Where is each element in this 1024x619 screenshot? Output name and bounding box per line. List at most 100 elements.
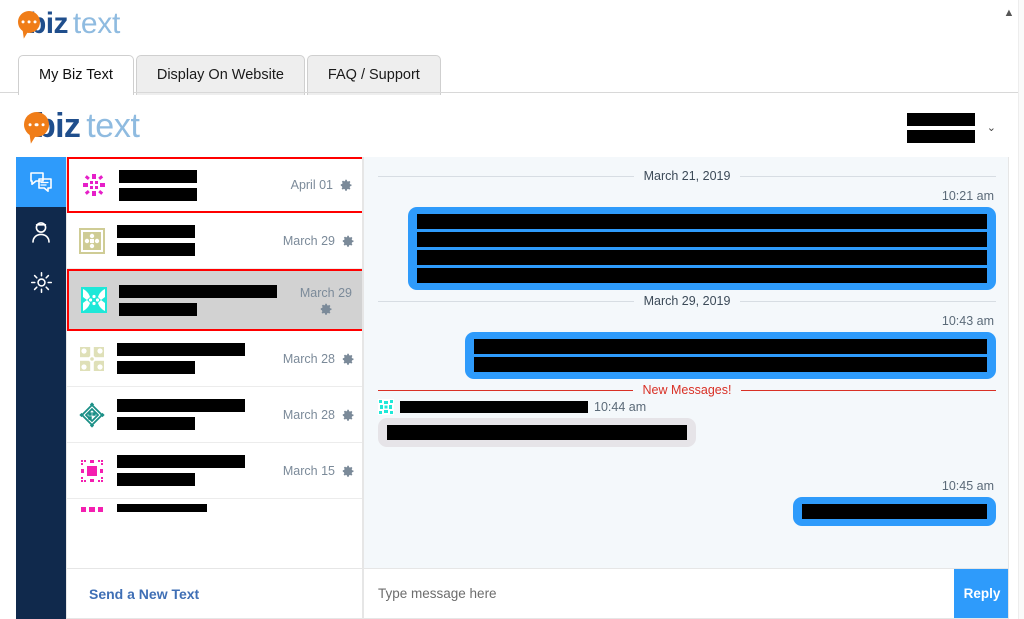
conversation-row[interactable]: March 29 bbox=[67, 213, 362, 269]
row-gear-icon[interactable] bbox=[340, 179, 352, 191]
conversation-row[interactable]: March 28 bbox=[67, 387, 362, 443]
person-icon bbox=[32, 222, 50, 243]
date-divider: March 21, 2019 bbox=[378, 169, 996, 183]
gear-icon bbox=[30, 271, 52, 293]
message-panel: March 21, 2019 10:21 am March 29, 2019 1… bbox=[363, 157, 1009, 619]
tab-display-on-website[interactable]: Display On Website bbox=[135, 55, 305, 95]
biz-text-logo: biz text bbox=[18, 7, 120, 41]
brand-logo-top: biz text bbox=[18, 7, 120, 41]
conversation-date: April 01 bbox=[290, 178, 333, 192]
row-gear-icon[interactable] bbox=[342, 409, 354, 421]
conversation-meta: March 29 bbox=[283, 234, 354, 248]
message-timestamp: 10:45 am bbox=[941, 479, 994, 493]
conversation-text-redacted bbox=[117, 455, 283, 486]
speech-bubble-icon bbox=[24, 112, 49, 137]
conversation-row[interactable]: March 28 bbox=[67, 331, 362, 387]
app-header: biz text ⌄ bbox=[0, 95, 1018, 157]
conversation-meta: March 28 bbox=[283, 352, 354, 366]
message-timestamp: 10:43 am bbox=[941, 314, 994, 328]
message-thread[interactable]: March 21, 2019 10:21 am March 29, 2019 1… bbox=[364, 157, 1008, 569]
conversation-row-selected[interactable]: March 29 bbox=[67, 269, 362, 331]
avatar-identicon-small bbox=[378, 399, 394, 415]
message-input[interactable] bbox=[364, 569, 954, 618]
reply-button[interactable]: Reply bbox=[954, 569, 1008, 618]
page-scrollbar[interactable] bbox=[1018, 0, 1024, 619]
conversation-text-redacted bbox=[117, 504, 354, 512]
conversation-date: March 28 bbox=[282, 407, 335, 422]
tab-underline bbox=[0, 92, 1018, 93]
message-row-outgoing bbox=[378, 497, 996, 526]
message-bubble-outgoing[interactable] bbox=[465, 332, 996, 379]
identicon-magenta-square bbox=[79, 457, 105, 484]
inbound-message-header: 10:44 am bbox=[378, 399, 996, 415]
date-divider-label: March 21, 2019 bbox=[643, 169, 731, 183]
tab-my-biz-text[interactable]: My Biz Text bbox=[18, 55, 134, 96]
row-gear-icon[interactable] bbox=[342, 465, 354, 477]
avatar-identicon bbox=[79, 227, 105, 254]
conversation-panel: April 01 March 29 March 29 March 28 Marc… bbox=[66, 157, 363, 619]
left-nav-rail bbox=[16, 157, 66, 619]
rail-item-messages[interactable] bbox=[16, 157, 66, 207]
identicon-pale-olive bbox=[79, 345, 105, 372]
biz-text-logo-large: biz text bbox=[24, 107, 140, 146]
row-gear-icon[interactable] bbox=[342, 235, 354, 247]
avatar-identicon bbox=[81, 287, 107, 313]
speech-bubble-icon bbox=[18, 11, 40, 33]
conversation-date: March 28 bbox=[282, 351, 335, 366]
message-bubble-incoming[interactable] bbox=[378, 418, 696, 447]
message-composer: Reply bbox=[364, 568, 1008, 618]
conversation-meta: April 01 bbox=[291, 178, 352, 192]
account-name-redacted bbox=[906, 113, 975, 143]
avatar-identicon bbox=[81, 172, 107, 198]
conversation-text-redacted bbox=[119, 169, 291, 201]
chevron-down-icon[interactable]: ⌄ bbox=[987, 122, 996, 134]
conversation-meta: March 28 bbox=[283, 408, 354, 422]
row-gear-icon[interactable] bbox=[320, 303, 332, 315]
logo-word-text: text bbox=[72, 7, 121, 40]
message-bubble-outgoing[interactable] bbox=[408, 207, 996, 290]
send-new-text-link[interactable]: Send a New Text bbox=[89, 586, 199, 602]
identicon-pink-partial bbox=[79, 499, 105, 517]
conversation-text-redacted bbox=[117, 399, 283, 430]
conversation-text-redacted bbox=[119, 284, 300, 316]
message-timestamp: 10:44 am bbox=[594, 400, 647, 414]
conversation-row-partial[interactable] bbox=[67, 499, 362, 517]
conversation-text-redacted bbox=[117, 343, 283, 374]
conversation-list[interactable]: April 01 March 29 March 29 March 28 Marc… bbox=[67, 157, 362, 569]
message-row-outgoing bbox=[378, 332, 996, 379]
tab-faq-support[interactable]: FAQ / Support bbox=[306, 55, 441, 95]
main-tabs: My Biz Text Display On Website FAQ / Sup… bbox=[18, 55, 441, 96]
message-row-incoming bbox=[378, 418, 996, 447]
identicon-teal-diamond bbox=[79, 401, 105, 428]
new-messages-divider: New Messages! bbox=[378, 383, 996, 397]
rail-item-settings[interactable] bbox=[16, 257, 66, 307]
brand-logo-app: biz text bbox=[24, 107, 140, 146]
conversation-footer: Send a New Text bbox=[67, 568, 362, 618]
conversation-date: March 15 bbox=[282, 463, 335, 478]
row-gear-icon[interactable] bbox=[342, 353, 354, 365]
avatar-identicon bbox=[79, 499, 105, 517]
scroll-up-arrow-icon[interactable]: ▲ bbox=[1002, 6, 1016, 20]
message-bubble-outgoing[interactable] bbox=[793, 497, 996, 526]
conversation-date: March 29 bbox=[299, 285, 352, 300]
new-messages-label: New Messages! bbox=[642, 383, 732, 397]
identicon-olive-square bbox=[79, 227, 105, 254]
conversation-date: March 29 bbox=[282, 233, 335, 248]
identicon-cyan-small bbox=[378, 399, 394, 415]
app-shell: biz text ⌄ April 01 March 29 March 29 Ma… bbox=[0, 95, 1018, 619]
app-page: ▲ biz text My Biz Text Display On Website… bbox=[0, 0, 1024, 619]
account-menu[interactable]: ⌄ bbox=[906, 113, 996, 143]
date-divider: March 29, 2019 bbox=[378, 294, 996, 308]
avatar-identicon bbox=[79, 345, 105, 372]
rail-item-contacts[interactable] bbox=[16, 207, 66, 257]
date-divider-label: March 29, 2019 bbox=[643, 294, 731, 308]
conversation-meta: March 29 bbox=[300, 286, 352, 315]
avatar-identicon bbox=[79, 457, 105, 484]
conversation-row[interactable]: April 01 bbox=[67, 157, 362, 213]
conversation-meta: March 15 bbox=[283, 464, 354, 478]
message-timestamp: 10:21 am bbox=[941, 189, 994, 203]
conversation-row[interactable]: March 15 bbox=[67, 443, 362, 499]
identicon-magenta-star bbox=[81, 172, 107, 198]
conversation-text-redacted bbox=[117, 225, 283, 256]
identicon-cyan-burst bbox=[81, 287, 107, 313]
